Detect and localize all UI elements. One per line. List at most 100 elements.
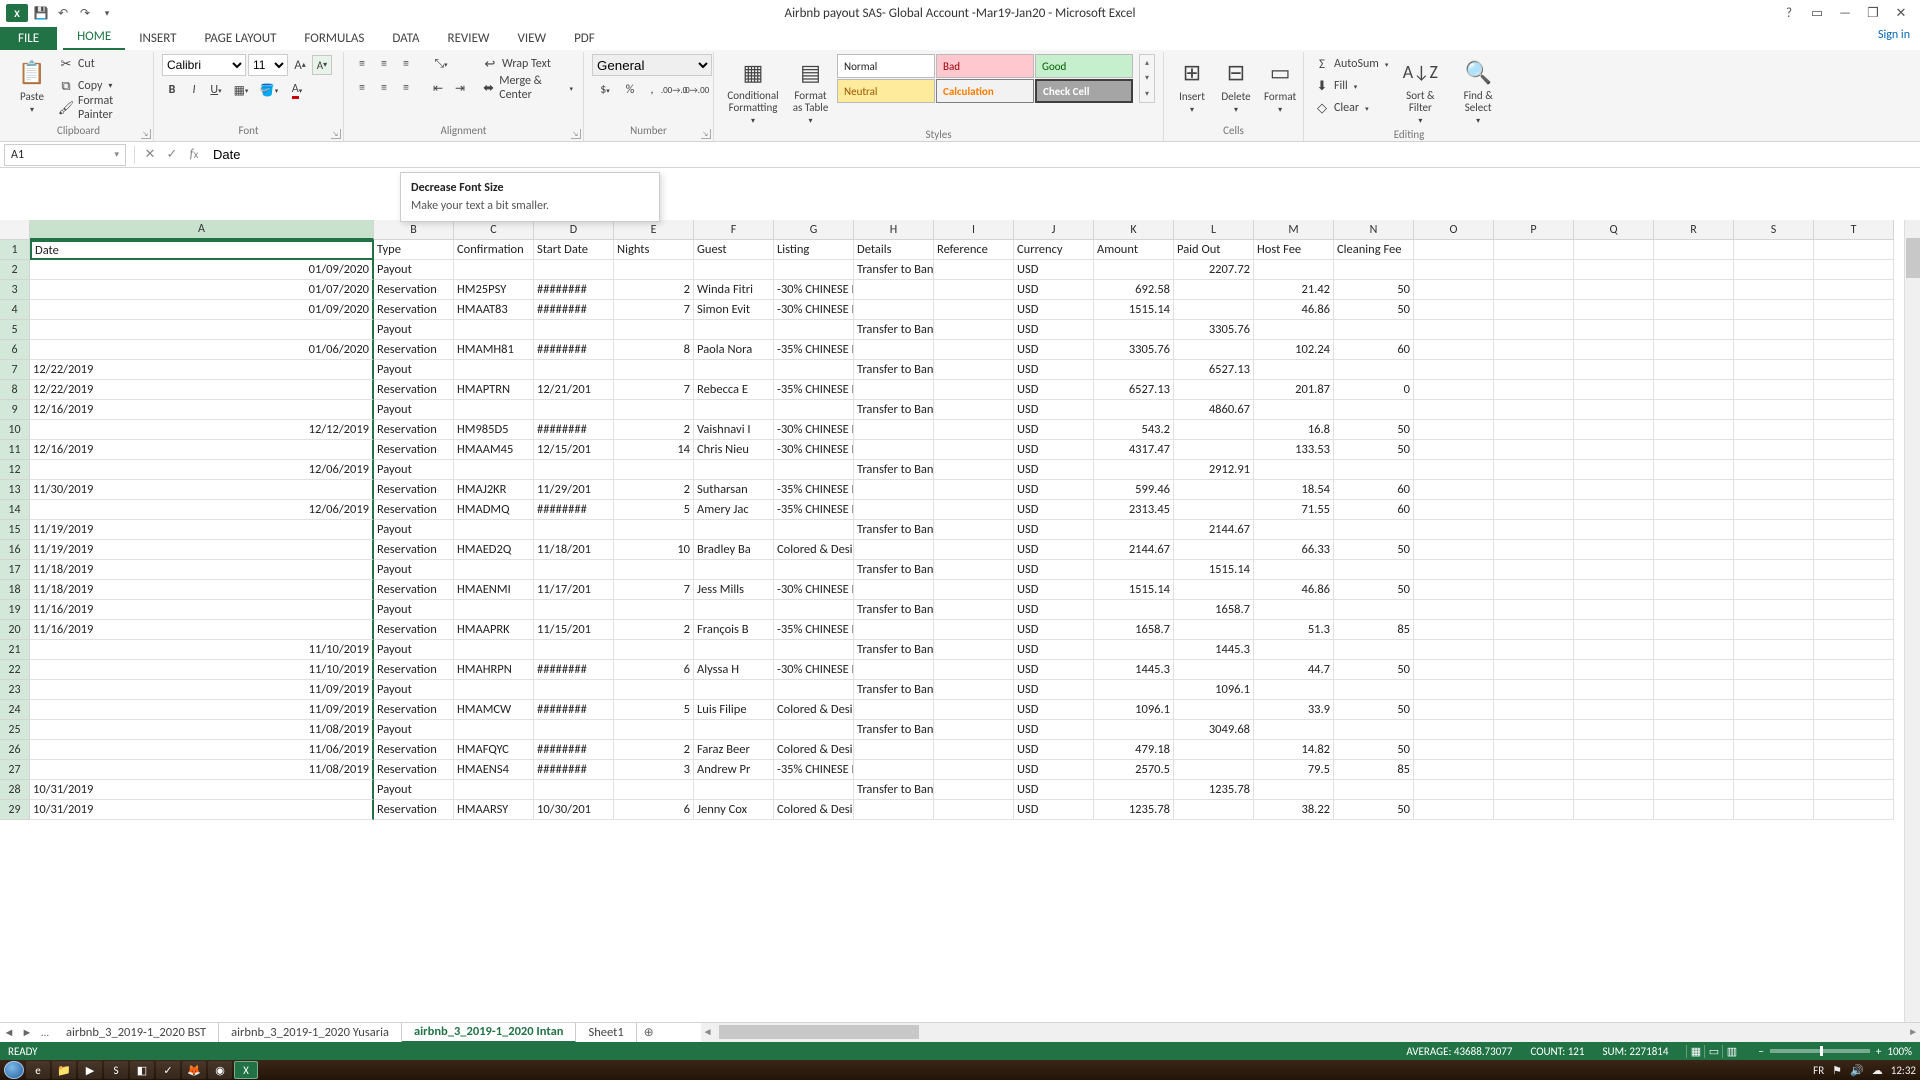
cell-15-I[interactable] <box>934 520 1014 540</box>
cell-28-T[interactable] <box>1814 780 1894 800</box>
cell-20-E[interactable]: 2 <box>614 620 694 640</box>
cell-25-Q[interactable] <box>1574 720 1654 740</box>
cell-4-N[interactable]: 50 <box>1334 300 1414 320</box>
cell-2-J[interactable]: USD <box>1014 260 1094 280</box>
cell-18-S[interactable] <box>1734 580 1814 600</box>
cell-13-J[interactable]: USD <box>1014 480 1094 500</box>
cell-23-C[interactable] <box>454 680 534 700</box>
cell-10-S[interactable] <box>1734 420 1814 440</box>
cell-1-I[interactable]: Reference <box>934 240 1014 260</box>
cell-29-J[interactable]: USD <box>1014 800 1094 820</box>
cell-3-P[interactable] <box>1494 280 1574 300</box>
increase-decimal-icon[interactable]: .00→.0 <box>664 80 684 100</box>
cell-29-G[interactable]: Colored & Design Villa 3 BDR, 10 <box>774 800 854 820</box>
cell-9-S[interactable] <box>1734 400 1814 420</box>
cell-17-M[interactable] <box>1254 560 1334 580</box>
cell-23-T[interactable] <box>1814 680 1894 700</box>
cell-14-C[interactable]: HMADMQ <box>454 500 534 520</box>
cell-16-K[interactable]: 2144.67 <box>1094 540 1174 560</box>
taskbar-check-icon[interactable]: ✓ <box>156 1061 180 1079</box>
col-head-M[interactable]: M <box>1254 220 1334 240</box>
cell-16-D[interactable]: 11/18/201 <box>534 540 614 560</box>
cell-12-T[interactable] <box>1814 460 1894 480</box>
cell-4-C[interactable]: HMAAT83 <box>454 300 534 320</box>
align-center-icon[interactable]: ≡ <box>374 78 394 98</box>
cell-24-R[interactable] <box>1654 700 1734 720</box>
cell-8-Q[interactable] <box>1574 380 1654 400</box>
cell-19-Q[interactable] <box>1574 600 1654 620</box>
border-button[interactable]: ▦▾ <box>228 80 254 100</box>
cell-6-I[interactable] <box>934 340 1014 360</box>
tab-review[interactable]: REVIEW <box>434 27 504 50</box>
cell-12-J[interactable]: USD <box>1014 460 1094 480</box>
cell-25-C[interactable] <box>454 720 534 740</box>
cell-16-F[interactable]: Bradley Ba <box>694 540 774 560</box>
row-head-14[interactable]: 14 <box>0 500 30 520</box>
cell-8-N[interactable]: 0 <box>1334 380 1414 400</box>
cell-19-N[interactable] <box>1334 600 1414 620</box>
cell-23-D[interactable] <box>534 680 614 700</box>
cell-8-R[interactable] <box>1654 380 1734 400</box>
cell-1-S[interactable] <box>1734 240 1814 260</box>
col-head-I[interactable]: I <box>934 220 1014 240</box>
cell-5-M[interactable] <box>1254 320 1334 340</box>
hscroll-thumb[interactable] <box>719 1025 919 1039</box>
increase-font-icon[interactable]: A▴ <box>290 55 310 75</box>
cell-15-L[interactable]: 2144.67 <box>1174 520 1254 540</box>
cell-7-G[interactable] <box>774 360 854 380</box>
cell-27-G[interactable]: -35% CHINESE NY SPECIAL PROMO <box>774 760 854 780</box>
cell-10-K[interactable]: 543.2 <box>1094 420 1174 440</box>
hscroll-right-icon[interactable]: ► <box>1908 1025 1918 1038</box>
cell-10-D[interactable]: ######## <box>534 420 614 440</box>
formula-input[interactable] <box>205 144 1920 166</box>
cell-6-D[interactable]: ######## <box>534 340 614 360</box>
cell-19-C[interactable] <box>454 600 534 620</box>
taskbar-skype-icon[interactable]: S <box>104 1061 128 1079</box>
cell-23-O[interactable] <box>1414 680 1494 700</box>
cell-13-P[interactable] <box>1494 480 1574 500</box>
cell-6-O[interactable] <box>1414 340 1494 360</box>
ribbon-display-icon[interactable]: ▭ <box>1806 4 1828 22</box>
row-head-6[interactable]: 6 <box>0 340 30 360</box>
cell-21-C[interactable] <box>454 640 534 660</box>
cell-1-P[interactable] <box>1494 240 1574 260</box>
cell-1-F[interactable]: Guest <box>694 240 774 260</box>
cell-13-N[interactable]: 60 <box>1334 480 1414 500</box>
align-right-icon[interactable]: ≡ <box>396 78 416 98</box>
cell-19-L[interactable]: 1658.7 <box>1174 600 1254 620</box>
comma-format-icon[interactable]: , <box>642 80 662 100</box>
font-launcher[interactable]: ↘ <box>331 129 341 139</box>
cell-8-J[interactable]: USD <box>1014 380 1094 400</box>
cell-7-Q[interactable] <box>1574 360 1654 380</box>
cell-28-B[interactable]: Payout <box>374 780 454 800</box>
cell-7-E[interactable] <box>614 360 694 380</box>
cell-26-M[interactable]: 14.82 <box>1254 740 1334 760</box>
cell-24-C[interactable]: HMAMCW <box>454 700 534 720</box>
cell-8-I[interactable] <box>934 380 1014 400</box>
cell-25-N[interactable] <box>1334 720 1414 740</box>
cell-20-O[interactable] <box>1414 620 1494 640</box>
cell-22-T[interactable] <box>1814 660 1894 680</box>
tray-sound-icon[interactable]: 🔊 <box>1850 1064 1864 1077</box>
cell-24-G[interactable]: Colored & Design Villa 3 BDR, 10 <box>774 700 854 720</box>
cell-18-B[interactable]: Reservation <box>374 580 454 600</box>
cell-29-A[interactable]: 10/31/2019 <box>30 800 374 820</box>
cell-16-G[interactable]: Colored & Design Villa 3 BDR, 10 <box>774 540 854 560</box>
cell-21-K[interactable] <box>1094 640 1174 660</box>
cell-7-B[interactable]: Payout <box>374 360 454 380</box>
taskbar-explorer-icon[interactable]: 📁 <box>52 1061 76 1079</box>
cell-15-S[interactable] <box>1734 520 1814 540</box>
cell-19-H[interactable]: Transfer to Bank Account <box>854 600 934 620</box>
cell-9-J[interactable]: USD <box>1014 400 1094 420</box>
cell-17-B[interactable]: Payout <box>374 560 454 580</box>
cell-22-H[interactable] <box>854 660 934 680</box>
cell-19-P[interactable] <box>1494 600 1574 620</box>
cell-21-T[interactable] <box>1814 640 1894 660</box>
cell-13-L[interactable] <box>1174 480 1254 500</box>
cell-27-O[interactable] <box>1414 760 1494 780</box>
cell-12-P[interactable] <box>1494 460 1574 480</box>
copy-button[interactable]: ⧉Copy▾ <box>56 76 145 96</box>
cell-23-E[interactable] <box>614 680 694 700</box>
cell-16-I[interactable] <box>934 540 1014 560</box>
row-head-9[interactable]: 9 <box>0 400 30 420</box>
